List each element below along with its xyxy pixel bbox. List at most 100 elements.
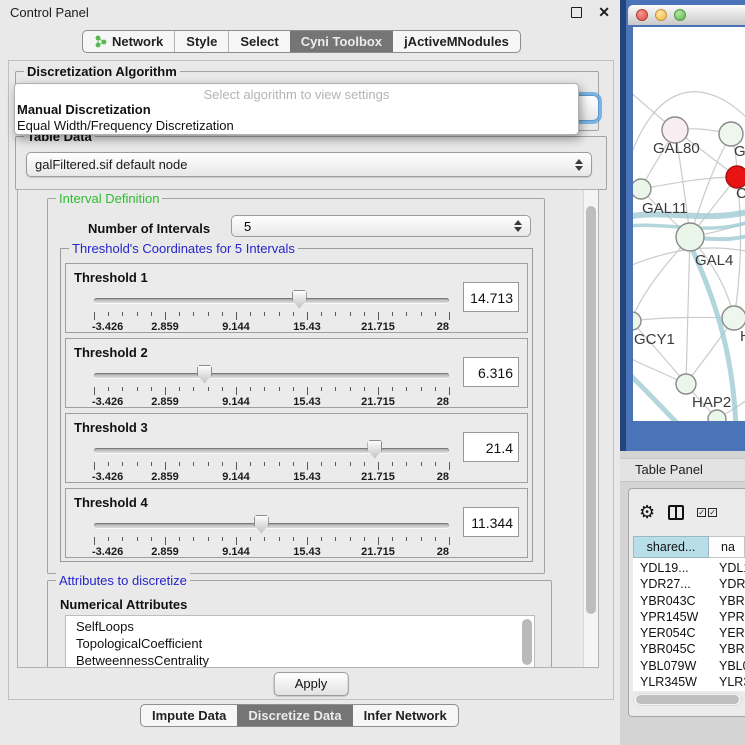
network-edge[interactable] bbox=[633, 237, 690, 321]
tab-impute-data[interactable]: Impute Data bbox=[141, 705, 237, 726]
discretization-algorithm-label: Discretization Algorithm bbox=[24, 64, 180, 79]
node-label-gal80: GAL80 bbox=[653, 140, 700, 157]
close-icon[interactable]: ✕ bbox=[598, 7, 610, 18]
network-node-gcy1[interactable] bbox=[633, 312, 641, 330]
slider-tick-labels: -3.4262.8599.14415.4321.71528 bbox=[94, 396, 449, 408]
threshold-2-value-field[interactable]: 6.316 bbox=[463, 357, 519, 387]
threshold-1-value-field[interactable]: 14.713 bbox=[463, 282, 519, 312]
table-toolbar: ⚙ ✓ ✓ bbox=[639, 503, 717, 521]
table-row[interactable]: YBR045CYBR0 bbox=[633, 642, 745, 658]
table-row[interactable]: YDL19...YDL1 bbox=[633, 561, 745, 577]
tab-infer-network[interactable]: Infer Network bbox=[353, 705, 458, 726]
tab-network[interactable]: Network bbox=[83, 31, 174, 52]
tick-label-15-43: 15.43 bbox=[293, 321, 321, 333]
table-horizontal-scrollbar[interactable] bbox=[633, 693, 742, 706]
attribute-item-betweennesscentrality[interactable]: BetweennessCentrality bbox=[76, 652, 534, 668]
tick-mark bbox=[449, 537, 450, 545]
network-edge[interactable] bbox=[686, 237, 690, 384]
network-node-gal4[interactable] bbox=[676, 223, 704, 251]
tick-mark bbox=[108, 462, 109, 466]
number-of-intervals-value: 5 bbox=[244, 219, 514, 234]
apply-button[interactable]: Apply bbox=[274, 672, 349, 696]
table-row[interactable]: YBL079WYBL0 bbox=[633, 659, 745, 675]
close-traffic-light-icon[interactable] bbox=[636, 9, 648, 21]
algorithm-prompt-item[interactable]: Select algorithm to view settings bbox=[15, 84, 578, 102]
tick-mark bbox=[279, 387, 280, 391]
table-hscrollbar-thumb[interactable] bbox=[636, 695, 739, 704]
check-all-icon[interactable]: ✓ bbox=[697, 508, 706, 517]
network-edge[interactable] bbox=[641, 177, 737, 189]
table-row[interactable]: YPR145WYPR1 bbox=[633, 610, 745, 626]
threshold-3-value-field[interactable]: 21.4 bbox=[463, 432, 519, 462]
cell-shared-name: YBR043C bbox=[633, 594, 709, 610]
settings-gear-icon[interactable]: ⚙ bbox=[639, 503, 655, 521]
tab-select[interactable]: Select bbox=[228, 31, 289, 52]
tick-mark bbox=[307, 312, 308, 320]
network-node-hap2[interactable] bbox=[676, 374, 696, 394]
tick-label-9-144: 9.144 bbox=[222, 546, 250, 558]
tab-cyni-toolbox[interactable]: Cyni Toolbox bbox=[290, 31, 393, 52]
number-of-intervals-spinner[interactable]: 5 bbox=[231, 215, 531, 237]
network-node-h[interactable] bbox=[722, 306, 745, 330]
slider-track[interactable] bbox=[94, 523, 449, 528]
tab-jactivemnodules[interactable]: jActiveMNodules bbox=[393, 31, 520, 52]
node-label-gal11: GAL11 bbox=[642, 200, 688, 217]
table-data-combo[interactable]: galFiltered.sif default node bbox=[26, 152, 592, 177]
float-window-icon[interactable] bbox=[571, 7, 582, 18]
slider-thumb[interactable] bbox=[197, 365, 212, 383]
network-node[interactable] bbox=[708, 410, 726, 421]
tab-label: jActiveMNodules bbox=[404, 34, 509, 49]
tab-style[interactable]: Style bbox=[174, 31, 228, 52]
attributes-list-scrollbar[interactable] bbox=[522, 619, 532, 665]
table-panel-window: ⚙ ✓ ✓ shared... na YDL19...YDL1YDR27...Y… bbox=[628, 488, 745, 717]
slider-track[interactable] bbox=[94, 373, 449, 378]
tick-mark bbox=[264, 462, 265, 466]
tick-mark bbox=[392, 312, 393, 316]
tick-mark bbox=[378, 312, 379, 320]
table-row[interactable]: YDR27...YDR2 bbox=[633, 577, 745, 593]
check-all-icon-2[interactable]: ✓ bbox=[708, 508, 717, 517]
table-row[interactable]: YER054CYER0 bbox=[633, 626, 745, 642]
tab-discretize-data[interactable]: Discretize Data bbox=[237, 705, 352, 726]
attribute-item-selfloops[interactable]: SelfLoops bbox=[76, 618, 534, 635]
network-edge-thick[interactable] bbox=[633, 372, 681, 421]
slider-track[interactable] bbox=[94, 448, 449, 453]
vertical-scrollbar-thumb[interactable] bbox=[586, 206, 596, 614]
slider-thumb[interactable] bbox=[254, 515, 269, 533]
column-layout-icon[interactable] bbox=[668, 505, 684, 520]
tick-mark bbox=[321, 537, 322, 541]
slider-thumb[interactable] bbox=[292, 290, 307, 308]
control-panel-titlebar: Control Panel ✕ bbox=[0, 0, 620, 25]
network-graph-icon bbox=[94, 35, 107, 48]
minimize-traffic-light-icon[interactable] bbox=[655, 9, 667, 21]
slider-ticks bbox=[94, 312, 449, 320]
column-header-shared-name[interactable]: shared... bbox=[633, 536, 709, 558]
column-header-name[interactable]: na bbox=[709, 536, 745, 558]
tick-mark bbox=[293, 462, 294, 466]
tick-mark bbox=[350, 387, 351, 391]
slider-track[interactable] bbox=[94, 298, 449, 303]
tick-mark bbox=[449, 387, 450, 395]
cell-shared-name: YDL19... bbox=[633, 561, 709, 577]
tick-mark bbox=[151, 312, 152, 316]
network-node-gal11[interactable] bbox=[633, 179, 651, 199]
table-row[interactable]: YBR043CYBR0 bbox=[633, 594, 745, 610]
algorithm-option-manual-discretization[interactable]: Manual Discretization bbox=[15, 102, 578, 118]
tick-mark bbox=[321, 312, 322, 316]
zoom-traffic-light-icon[interactable] bbox=[674, 9, 686, 21]
slider-thumb[interactable] bbox=[367, 440, 382, 458]
tick-mark bbox=[307, 537, 308, 545]
attribute-item-topologicalcoefficient[interactable]: TopologicalCoefficient bbox=[76, 635, 534, 652]
threshold-4-value-field[interactable]: 11.344 bbox=[463, 507, 519, 537]
vertical-scrollbar[interactable] bbox=[583, 190, 598, 667]
cell-name: YBL0 bbox=[709, 659, 745, 675]
tick-mark bbox=[236, 462, 237, 470]
slider-ticks bbox=[94, 462, 449, 470]
algorithm-option-equal-width-frequency-discretization[interactable]: Equal Width/Frequency Discretization bbox=[15, 118, 578, 134]
node-label-gcy1: GCY1 bbox=[634, 331, 675, 348]
table-row[interactable]: YLR345WYLR3 bbox=[633, 675, 745, 691]
tick-mark bbox=[193, 537, 194, 541]
slider-ticks bbox=[94, 537, 449, 545]
numerical-attributes-list[interactable]: SelfLoopsTopologicalCoefficientBetweenne… bbox=[65, 615, 535, 668]
network-canvas[interactable]: GAL80GCGAL11GAL4GCY1HHAP2 bbox=[633, 27, 745, 421]
